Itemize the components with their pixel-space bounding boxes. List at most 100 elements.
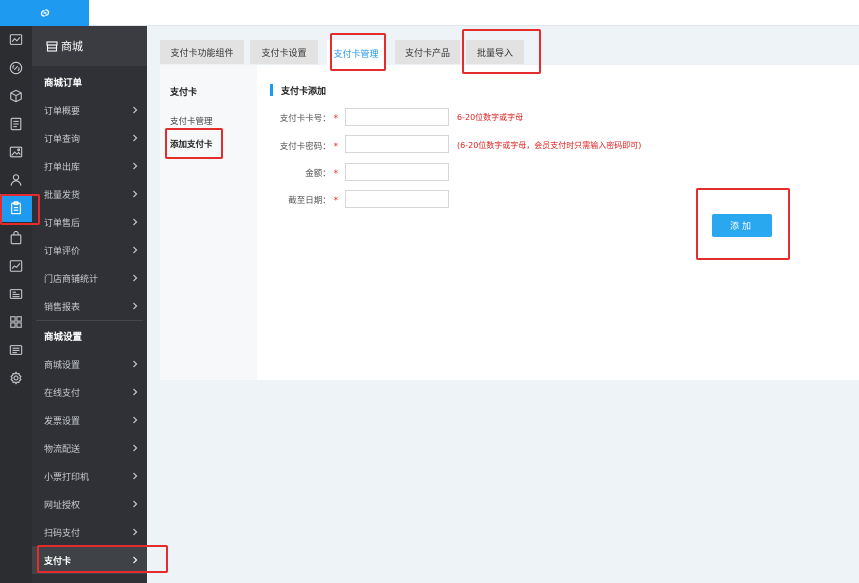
link-icon — [9, 61, 23, 75]
amount-input[interactable] — [345, 163, 449, 181]
sidebar-item-logistics[interactable]: 物流配送 — [32, 434, 147, 462]
sidebar-item-sales-report[interactable]: 销售报表 — [32, 292, 147, 320]
chevron-right-icon — [133, 500, 138, 508]
card-password-hint: (6-20位数字或字母，会员支付时只需输入密码即可) — [457, 141, 642, 150]
chevron-right-icon — [133, 162, 138, 170]
deadline-label: 截至日期： * — [248, 194, 338, 206]
rail-item-products[interactable] — [0, 82, 32, 110]
sidebar-item-qr-payment[interactable]: 扫码支付 — [32, 518, 147, 546]
sidebar-item-store-stats[interactable]: 门店商铺统计 — [32, 264, 147, 292]
sidebar-item-label: 批量发货 — [44, 190, 81, 201]
image-icon — [9, 146, 23, 158]
sidebar-item-print-ship[interactable]: 打单出库 — [32, 152, 147, 180]
sidebar-item-label: 发票设置 — [44, 416, 81, 427]
chart-icon — [9, 34, 23, 45]
sidebar-item-label: 物流配送 — [44, 444, 81, 455]
sidebar-item-invoice-settings[interactable]: 发票设置 — [32, 406, 147, 434]
id-card-icon — [9, 289, 23, 299]
rail-item-dashboard[interactable] — [0, 26, 32, 54]
tab-batch-import[interactable]: 批量导入 — [466, 40, 524, 64]
rail-item-apps[interactable] — [0, 308, 32, 336]
chevron-right-icon — [133, 360, 138, 368]
sidebar-item-online-payment[interactable]: 在线支付 — [32, 378, 147, 406]
sidebar-item-label: 打单出库 — [44, 162, 81, 173]
required-mark: * — [333, 142, 338, 152]
sidebar-item-reviews[interactable]: 订单评价 — [32, 236, 147, 264]
grid-icon — [10, 316, 22, 328]
rail-item-cards[interactable] — [0, 280, 32, 308]
card-number-input[interactable] — [345, 108, 449, 126]
required-mark: * — [333, 169, 338, 179]
card-icon — [9, 345, 23, 355]
sidebar-header: 商城 — [32, 26, 147, 66]
link-logo-icon — [40, 9, 49, 17]
chevron-right-icon — [133, 134, 138, 142]
gear-icon — [10, 371, 22, 385]
chevron-right-icon — [133, 190, 138, 198]
tab-card-products[interactable]: 支付卡产品 — [395, 40, 460, 64]
rail-item-accounts[interactable] — [0, 336, 32, 364]
sidebar-title: 商城 — [61, 40, 83, 53]
rail-item-media[interactable] — [0, 138, 32, 166]
store-icon — [46, 40, 58, 52]
tab-card-components[interactable]: 支付卡功能组件 — [160, 40, 244, 64]
chevron-right-icon — [133, 472, 138, 480]
chevron-right-icon — [133, 556, 138, 564]
subnav: 支付卡 支付卡管理 添加支付卡 — [160, 65, 257, 380]
add-button[interactable]: 添加 — [712, 214, 772, 237]
rail-item-members[interactable] — [0, 166, 32, 194]
form-title: 支付卡添加 — [270, 84, 326, 97]
subnav-item-card-management[interactable]: 支付卡管理 — [170, 115, 213, 127]
rail-item-stats[interactable] — [0, 252, 32, 280]
sidebar-item-label: 网址授权 — [44, 500, 81, 511]
sidebar-item-label: 订单查询 — [44, 134, 81, 145]
sidebar-item-url-auth[interactable]: 网址授权 — [32, 490, 147, 518]
amount-label: 金额： * — [248, 167, 338, 179]
sidebar-item-label: 订单概要 — [44, 106, 81, 117]
field-label: 支付卡卡号： — [279, 114, 331, 124]
sidebar-group-orders: 商城订单 — [44, 78, 83, 89]
clipboard-icon — [11, 201, 21, 215]
field-label: 金额： — [305, 169, 331, 179]
icon-rail — [0, 26, 32, 583]
sidebar-item-order-query[interactable]: 订单查询 — [32, 124, 147, 152]
deadline-input[interactable] — [345, 190, 449, 208]
sidebar-item-label: 小票打印机 — [44, 472, 90, 483]
sidebar-item-payment-card[interactable]: 支付卡 — [32, 546, 147, 574]
tab-card-management[interactable]: 支付卡管理 — [327, 40, 385, 66]
sidebar-item-receipt-printer[interactable]: 小票打印机 — [32, 462, 147, 490]
card-password-input[interactable] — [345, 135, 449, 153]
sidebar-item-label: 支付卡 — [44, 556, 72, 567]
required-mark: * — [333, 196, 338, 206]
sidebar-item-mall-settings[interactable]: 商城设置 — [32, 350, 147, 378]
sidebar-item-order-overview[interactable]: 订单概要 — [32, 96, 147, 124]
subnav-item-add-card[interactable]: 添加支付卡 — [170, 138, 213, 150]
sidebar: 商城 商城订单 订单概要 订单查询 打单出库 批量发货 订单售后 订单评价 门店… — [32, 26, 147, 583]
rail-item-links[interactable] — [0, 54, 32, 82]
sidebar-item-after-sales[interactable]: 订单售后 — [32, 208, 147, 236]
rail-item-mall[interactable] — [0, 194, 32, 222]
trend-icon — [9, 260, 23, 272]
chevron-right-icon — [133, 302, 138, 310]
sidebar-item-batch-ship[interactable]: 批量发货 — [32, 180, 147, 208]
app-logo[interactable] — [0, 0, 89, 26]
cube-icon — [10, 89, 22, 103]
chevron-right-icon — [133, 106, 138, 114]
sidebar-item-label: 销售报表 — [44, 302, 81, 313]
field-label: 截至日期： — [288, 196, 331, 206]
chevron-right-icon — [133, 218, 138, 226]
required-mark: * — [333, 114, 338, 124]
tab-card-settings[interactable]: 支付卡设置 — [250, 40, 318, 64]
field-label: 支付卡密码： — [279, 142, 331, 152]
card-password-label: 支付卡密码： * — [248, 140, 338, 152]
chevron-right-icon — [133, 388, 138, 396]
card-number-label: 支付卡卡号： * — [248, 112, 338, 124]
rail-item-content[interactable] — [0, 110, 32, 138]
rail-item-settings[interactable] — [0, 364, 32, 392]
chevron-right-icon — [133, 528, 138, 536]
card-number-hint: 6-20位数字或字母 — [457, 113, 524, 122]
sidebar-item-label: 扫码支付 — [44, 528, 81, 539]
rail-item-shop[interactable] — [0, 224, 32, 252]
chevron-right-icon — [133, 444, 138, 452]
sidebar-item-label: 在线支付 — [44, 388, 81, 399]
